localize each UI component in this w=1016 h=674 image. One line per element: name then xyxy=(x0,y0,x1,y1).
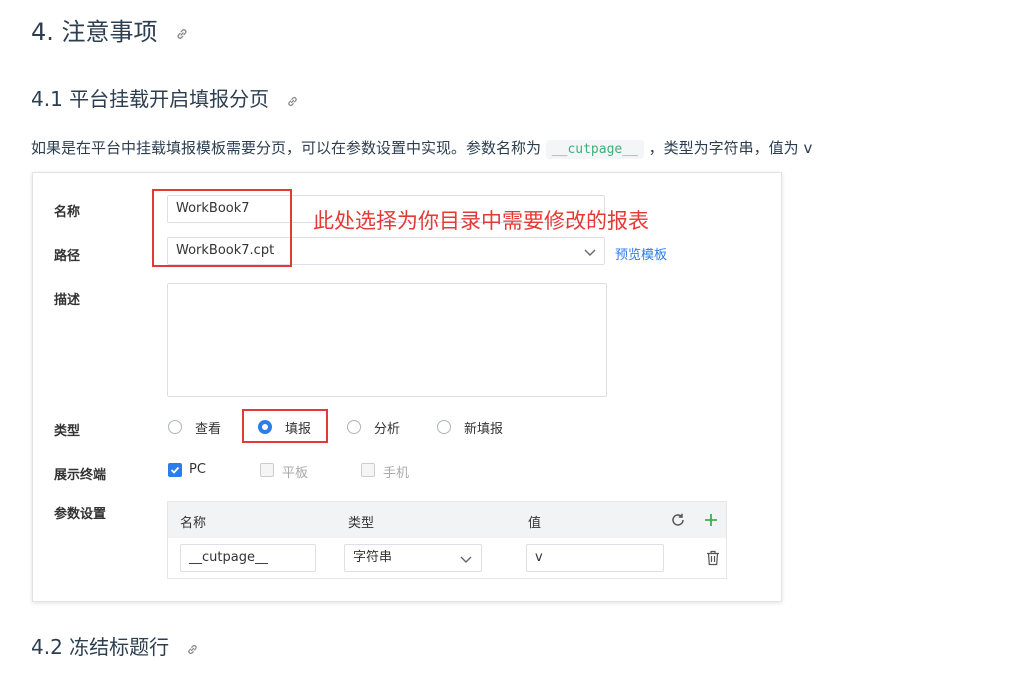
params-label: 参数设置 xyxy=(54,507,107,522)
highlight-box xyxy=(152,189,292,267)
params-header-value: 值 xyxy=(528,516,542,531)
checkbox-tablet[interactable] xyxy=(260,463,274,477)
type-label: 类型 xyxy=(54,424,81,439)
name-label: 名称 xyxy=(54,205,81,220)
description-label: 描述 xyxy=(54,293,81,308)
param-type-value: 字符串 xyxy=(353,550,393,565)
section-heading: 4. 注意事项 xyxy=(31,14,189,51)
radio-new-fill-label: 新填报 xyxy=(464,422,504,437)
refresh-icon[interactable] xyxy=(670,512,686,532)
params-table-header xyxy=(168,502,726,538)
params-header-name: 名称 xyxy=(180,516,207,531)
terminal-label: 展示终端 xyxy=(54,468,107,483)
radio-analysis-label: 分析 xyxy=(374,422,401,437)
params-table: 名称 类型 值 __cutpage__ 字符串 v xyxy=(167,501,727,579)
radio-view-label: 查看 xyxy=(195,422,222,437)
preview-template-link[interactable]: 预览模板 xyxy=(615,244,667,263)
param-name-input[interactable]: __cutpage__ xyxy=(180,544,316,572)
subsection-heading: 4.2 冻结标题行 xyxy=(31,632,199,664)
radio-new-fill[interactable] xyxy=(437,420,451,434)
section-heading-text: 4. 注意事项 xyxy=(31,18,158,46)
inline-code: __cutpage__ xyxy=(545,140,644,159)
subsection-heading: 4.1 平台挂载开启填报分页 xyxy=(31,84,299,116)
radio-analysis[interactable] xyxy=(347,420,361,434)
link-icon[interactable] xyxy=(175,15,189,51)
checkbox-phone-label: 手机 xyxy=(383,466,410,481)
radio-fill-label: 填报 xyxy=(285,422,312,437)
embedded-screenshot: 名称 WorkBook7 路径 WorkBook7.cpt 预览模板 此处选择为… xyxy=(32,172,782,602)
chevron-down-icon[interactable] xyxy=(583,244,597,263)
path-label: 路径 xyxy=(54,249,81,264)
paragraph-text-after: ，类型为字符串，值为 v xyxy=(648,139,813,157)
subsection-heading-text: 4.1 平台挂载开启填报分页 xyxy=(31,87,270,111)
chevron-down-icon[interactable] xyxy=(459,551,473,570)
paragraph-text-before: 如果是在平台中挂载填报模板需要分页，可以在参数设置中实现。参数名称为 xyxy=(31,139,542,157)
checkbox-tablet-label: 平板 xyxy=(282,466,309,481)
trash-icon[interactable] xyxy=(706,550,720,570)
checkbox-pc-label: PC xyxy=(189,462,206,477)
param-value-input[interactable]: v xyxy=(526,544,664,572)
link-icon[interactable] xyxy=(286,86,299,116)
plus-icon[interactable] xyxy=(703,512,719,532)
checkbox-phone[interactable] xyxy=(361,463,375,477)
paragraph: 如果是在平台中挂载填报模板需要分页，可以在参数设置中实现。参数名称为 __cut… xyxy=(31,134,812,164)
radio-view[interactable] xyxy=(168,420,182,434)
params-header-type: 类型 xyxy=(348,516,375,531)
subsection-heading-text: 4.2 冻结标题行 xyxy=(31,635,170,659)
description-textarea[interactable] xyxy=(167,283,607,397)
radio-fill[interactable] xyxy=(258,420,272,434)
annotation-text: 此处选择为你目录中需要修改的报表 xyxy=(313,209,649,233)
checkbox-pc[interactable] xyxy=(168,463,182,477)
link-icon[interactable] xyxy=(186,634,199,664)
